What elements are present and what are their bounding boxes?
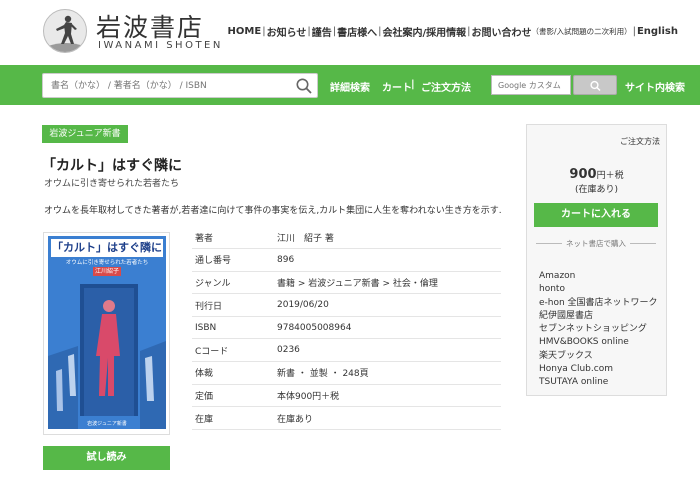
- info-key: 通し番号: [192, 248, 275, 272]
- store-link-tsutaya[interactable]: TSUTAYA online: [539, 376, 658, 389]
- nav-to-stores[interactable]: 書店様へ: [337, 24, 377, 39]
- book-search-box: [42, 73, 318, 98]
- table-row: 定価 本体900円＋税: [192, 384, 501, 408]
- table-row: 刊行日 2019/06/20: [192, 293, 501, 317]
- nav-english[interactable]: English: [637, 26, 678, 37]
- info-key: 著者: [192, 226, 275, 250]
- logo-subtitle[interactable]: IWANAMI SHOTEN: [98, 40, 223, 51]
- add-to-cart-button[interactable]: カートに入れる: [534, 203, 658, 227]
- store-link-hmv[interactable]: HMV&BOOKS online: [539, 336, 658, 349]
- nav-magazine[interactable]: 謹告: [312, 24, 332, 39]
- info-key: ISBN: [192, 316, 275, 340]
- info-value: 在庫あり: [275, 406, 501, 430]
- table-row: 体裁 新書 ・ 並製 ・ 248頁: [192, 361, 501, 385]
- info-key: Cコード: [192, 338, 275, 363]
- book-search-input[interactable]: [51, 78, 287, 94]
- top-navigation: HOME | お知らせ | 謹告 | 書店様へ | 会社案内/採用情報 | お問…: [228, 24, 678, 39]
- cover-author: 江川紹子: [93, 267, 121, 276]
- online-stores-heading: ネット書店で購入: [534, 238, 658, 249]
- table-row: Cコード 0236: [192, 338, 501, 363]
- info-value[interactable]: 書籍 > 岩波ジュニア新書 > 社会・倫理: [275, 271, 501, 295]
- nav-separator: |: [332, 26, 337, 37]
- info-key: 定価: [192, 384, 275, 408]
- nav-separator: |: [307, 26, 311, 37]
- cart-link[interactable]: カート: [382, 79, 412, 94]
- site-search-link[interactable]: サイト内検索: [625, 79, 685, 94]
- online-store-list: Amazon honto e-hon 全国書店ネットワーク 紀伊國屋書店 セブン…: [539, 270, 658, 390]
- book-description: オウムを長年取材してきた著者が,若者達に向けて事件の事実を伝え,カルト集団に人生…: [44, 206, 502, 216]
- cover-series-label: 岩波ジュニア新書: [87, 421, 127, 427]
- price-number: 900: [569, 167, 597, 182]
- book-subtitle: オウムに引き寄せられた若者たち: [44, 179, 180, 189]
- book-info-table: 著者 江川 紹子 著 通し番号 896 ジャンル 書籍 > 岩波ジュニア新書 > 社会…: [192, 226, 501, 430]
- search-icon: [590, 80, 601, 92]
- google-search-box: [491, 75, 571, 95]
- logo-title[interactable]: 岩波書店: [96, 8, 204, 44]
- store-link-seven-net[interactable]: セブンネットショッピング: [539, 323, 658, 336]
- bar-separator: |: [411, 79, 415, 90]
- store-link-ehon[interactable]: e-hon 全国書店ネットワーク: [539, 297, 658, 310]
- table-row: ISBN 9784005008964: [192, 316, 501, 340]
- info-value: 2019/06/20: [275, 293, 501, 317]
- cover-subtitle: オウムに引き寄せられた若者たち: [65, 260, 149, 266]
- cover-title: 「カルト」はすぐ隣に: [51, 239, 163, 257]
- price-unit: 円＋税: [596, 171, 624, 181]
- table-row: 在庫 在庫あり: [192, 406, 501, 430]
- sower-logo-icon[interactable]: [43, 9, 87, 53]
- google-search-input[interactable]: [498, 79, 568, 92]
- nav-separator: |: [378, 26, 382, 37]
- info-value: 896: [275, 248, 501, 272]
- book-cover[interactable]: 「カルト」はすぐ隣に オウムに引き寄せられた若者たち 江川紹子 岩波ジュニア新書: [43, 232, 170, 435]
- nav-news[interactable]: お知らせ: [267, 24, 307, 39]
- nav-separator: |: [262, 26, 266, 37]
- info-key: 体裁: [192, 361, 275, 385]
- book-title: 「カルト」はすぐ隣に: [42, 158, 182, 174]
- info-value: 9784005008964: [275, 316, 501, 340]
- nav-contact-note[interactable]: （書影/入試問題の二次利用）: [532, 26, 632, 37]
- store-link-honya-club[interactable]: Honya Club.com: [539, 363, 658, 376]
- table-row: 著者 江川 紹子 著: [192, 226, 501, 250]
- info-key: ジャンル: [192, 271, 275, 295]
- info-key: 在庫: [192, 406, 275, 430]
- info-key: 刊行日: [192, 293, 275, 317]
- store-link-rakuten[interactable]: 楽天ブックス: [539, 350, 658, 363]
- order-method-link[interactable]: ご注文方法: [620, 136, 660, 147]
- trial-read-button[interactable]: 試し読み: [43, 446, 170, 470]
- purchase-panel: ご注文方法 900円＋税 (在庫あり) カートに入れる ネット書店で購入 Ama…: [526, 124, 667, 396]
- stock-status: (在庫あり): [574, 185, 619, 195]
- info-value: 0236: [275, 338, 501, 363]
- info-value[interactable]: 江川 紹子 著: [275, 226, 501, 250]
- store-link-honto[interactable]: honto: [539, 283, 658, 296]
- table-row: ジャンル 書籍 > 岩波ジュニア新書 > 社会・倫理: [192, 271, 501, 295]
- nav-home[interactable]: HOME: [228, 26, 262, 37]
- series-badge[interactable]: 岩波ジュニア新書: [42, 125, 128, 143]
- order-method-link[interactable]: ご注文方法: [421, 79, 471, 94]
- advanced-search-link[interactable]: 詳細検索: [330, 79, 370, 94]
- site-header: 岩波書店 IWANAMI SHOTEN HOME | お知らせ | 謹告 | 書…: [0, 0, 700, 65]
- search-bar: 詳細検索 カート | ご注文方法 サイト内検索: [0, 65, 700, 105]
- info-value: 新書 ・ 並製 ・ 248頁: [275, 361, 501, 385]
- nav-separator: |: [467, 26, 471, 37]
- nav-separator: |: [632, 26, 636, 37]
- info-value: 本体900円＋税: [275, 384, 501, 408]
- table-row: 通し番号 896: [192, 248, 501, 272]
- nav-company[interactable]: 会社案内/採用情報: [383, 24, 467, 39]
- cover-image: 「カルト」はすぐ隣に オウムに引き寄せられた若者たち 江川紹子 岩波ジュニア新書: [48, 236, 166, 429]
- nav-contact[interactable]: お問い合わせ: [472, 24, 532, 39]
- price: 900円＋税: [527, 163, 666, 182]
- store-link-amazon[interactable]: Amazon: [539, 270, 658, 283]
- store-link-kinokuniya[interactable]: 紀伊國屋書店: [539, 310, 658, 323]
- search-icon[interactable]: [295, 77, 313, 95]
- google-search-button[interactable]: [573, 75, 617, 95]
